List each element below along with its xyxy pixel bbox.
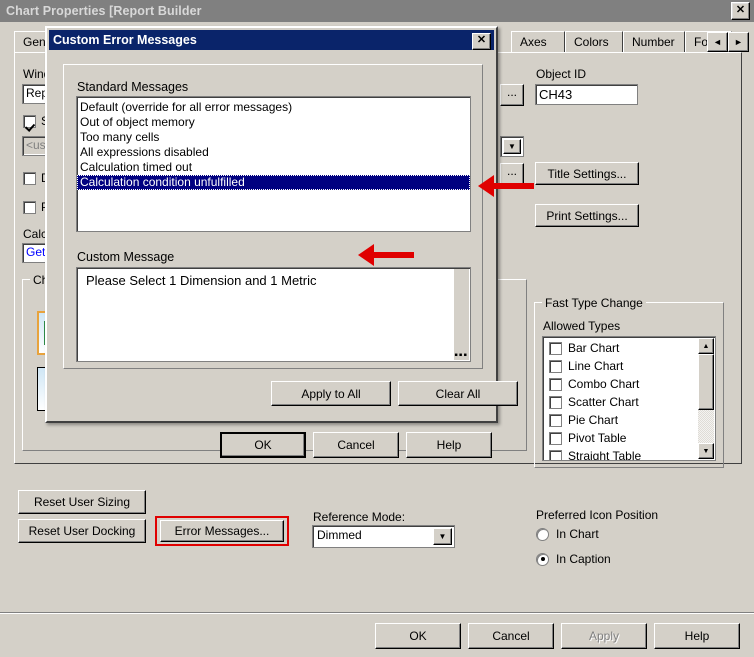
readonly-checkbox[interactable] xyxy=(23,201,36,214)
fast-type-change-group-label: Fast Type Change xyxy=(542,296,646,310)
list-item[interactable]: Combo Chart xyxy=(545,375,696,393)
list-item-label: Pie Chart xyxy=(568,413,619,427)
list-item[interactable]: Bar Chart xyxy=(545,339,696,357)
reference-mode-dropdown[interactable]: Dimmed ▼ xyxy=(312,525,455,548)
chevron-down-icon[interactable]: ▼ xyxy=(503,139,521,154)
help-button[interactable]: Help xyxy=(654,623,740,649)
line-chart-checkbox[interactable] xyxy=(549,359,562,373)
in-chart-label: In Chart xyxy=(556,527,599,541)
list-item[interactable]: All expressions disabled xyxy=(77,145,470,160)
dialog-help-button[interactable]: Help xyxy=(406,432,492,458)
allowed-types-scrollbar[interactable]: ▲ ▼ xyxy=(698,338,714,459)
apply-to-all-button[interactable]: Apply to All xyxy=(271,381,391,406)
scatter-chart-checkbox[interactable] xyxy=(549,395,562,409)
list-item-label: Line Chart xyxy=(568,359,624,373)
pivot-table-checkbox[interactable] xyxy=(549,431,562,445)
reference-mode-value: Dimmed xyxy=(317,528,362,542)
straight-table-checkbox[interactable] xyxy=(549,449,562,460)
preferred-icon-position-label: Preferred Icon Position xyxy=(536,508,659,522)
annotation-arrow-listbox xyxy=(478,175,534,197)
list-item[interactable]: Too many cells xyxy=(77,130,470,145)
reference-mode-label: Reference Mode: xyxy=(313,510,406,524)
list-item-label: Combo Chart xyxy=(568,377,640,391)
scroll-down-icon[interactable]: ▼ xyxy=(698,443,714,459)
ok-button[interactable]: OK xyxy=(375,623,461,649)
tab-number[interactable]: Number xyxy=(623,31,685,52)
custom-error-messages-dialog: Custom Error Messages ✕ Standard Message… xyxy=(45,26,518,458)
tab-colors[interactable]: Colors xyxy=(565,31,623,52)
in-caption-label: In Caption xyxy=(556,552,611,566)
pie-chart-checkbox[interactable] xyxy=(549,413,562,427)
list-item-selected[interactable]: Calculation condition unfulfilled xyxy=(77,175,470,190)
textarea-scrollbar[interactable] xyxy=(454,269,469,360)
in-caption-radio[interactable] xyxy=(536,552,549,566)
list-item[interactable]: Pie Chart xyxy=(545,411,696,429)
allowed-types-listbox[interactable]: Bar Chart Line Chart Combo Chart Scatter… xyxy=(542,336,716,461)
application-window: Chart Properties [Report Builder ✕ Gene … xyxy=(0,0,754,657)
window-title-ellipsis-button[interactable]: ... xyxy=(500,84,524,106)
icon-position-option-in-chart[interactable]: In Chart xyxy=(536,527,599,541)
show-title-checkbox[interactable] xyxy=(23,115,36,128)
list-item[interactable]: Straight Table xyxy=(545,447,696,461)
clear-all-button[interactable]: Clear All xyxy=(398,381,518,406)
list-item[interactable]: Out of object memory xyxy=(77,115,470,130)
custom-message-textarea[interactable]: Please Select 1 Dimension and 1 Metric ▪… xyxy=(76,267,471,362)
list-item-label: Scatter Chart xyxy=(568,395,639,409)
window-titlebar: Chart Properties [Report Builder ✕ xyxy=(0,0,754,22)
dialog-titlebar: Custom Error Messages ✕ xyxy=(49,30,494,50)
scrollbar-thumb[interactable] xyxy=(698,354,714,410)
object-id-input[interactable]: CH43 xyxy=(535,84,638,105)
list-item[interactable]: Calculation timed out xyxy=(77,160,470,175)
title-settings-button[interactable]: Title Settings... xyxy=(535,162,639,185)
textarea-resize-grip-icon[interactable]: ▪▪▪ xyxy=(454,351,468,361)
scroll-up-icon[interactable]: ▲ xyxy=(698,338,714,354)
list-item-label: Pivot Table xyxy=(568,431,627,445)
in-chart-radio[interactable] xyxy=(536,527,549,541)
calc-condition-label: Calc xyxy=(23,227,48,241)
footer-divider-light xyxy=(0,613,754,614)
standard-messages-listbox[interactable]: Default (override for all error messages… xyxy=(76,96,471,232)
dialog-ok-button[interactable]: OK xyxy=(220,432,306,458)
window-title: Chart Properties [Report Builder xyxy=(6,4,202,18)
combo-chart-checkbox[interactable] xyxy=(549,377,562,391)
cancel-button[interactable]: Cancel xyxy=(468,623,554,649)
standard-messages-label: Standard Messages xyxy=(77,80,189,94)
detached-checkbox[interactable] xyxy=(23,172,36,185)
expression-dropdown[interactable]: ▼ xyxy=(500,136,524,157)
custom-message-label: Custom Message xyxy=(77,250,175,264)
dialog-close-icon[interactable]: ✕ xyxy=(472,33,491,50)
custom-message-value: Please Select 1 Dimension and 1 Metric xyxy=(86,273,317,288)
tab-axes[interactable]: Axes xyxy=(511,31,565,52)
allowed-types-label: Allowed Types xyxy=(543,319,621,333)
reset-user-sizing-button[interactable]: Reset User Sizing xyxy=(18,490,146,514)
print-settings-button[interactable]: Print Settings... xyxy=(535,204,639,227)
list-item-label: Straight Table xyxy=(568,449,642,461)
annotation-arrow-message xyxy=(358,244,414,266)
icon-position-option-in-caption[interactable]: In Caption xyxy=(536,552,611,566)
list-item[interactable]: Line Chart xyxy=(545,357,696,375)
tab-scroll-right-icon[interactable]: ► xyxy=(728,32,749,52)
list-item[interactable]: Default (override for all error messages… xyxy=(77,100,470,115)
list-item[interactable]: Scatter Chart xyxy=(545,393,696,411)
dialog-cancel-button[interactable]: Cancel xyxy=(313,432,399,458)
list-item[interactable]: Pivot Table xyxy=(545,429,696,447)
tab-scroll-left-icon[interactable]: ◄ xyxy=(707,32,728,52)
reset-user-docking-button[interactable]: Reset User Docking xyxy=(18,519,146,543)
list-item-label: Bar Chart xyxy=(568,341,620,355)
dialog-title: Custom Error Messages xyxy=(53,33,197,47)
apply-button: Apply xyxy=(561,623,647,649)
error-messages-button[interactable]: Error Messages... xyxy=(160,520,284,542)
bar-chart-checkbox[interactable] xyxy=(549,341,562,355)
object-id-label: Object ID xyxy=(536,67,587,81)
window-close-icon[interactable]: ✕ xyxy=(731,2,750,20)
chevron-down-icon[interactable]: ▼ xyxy=(433,528,452,545)
